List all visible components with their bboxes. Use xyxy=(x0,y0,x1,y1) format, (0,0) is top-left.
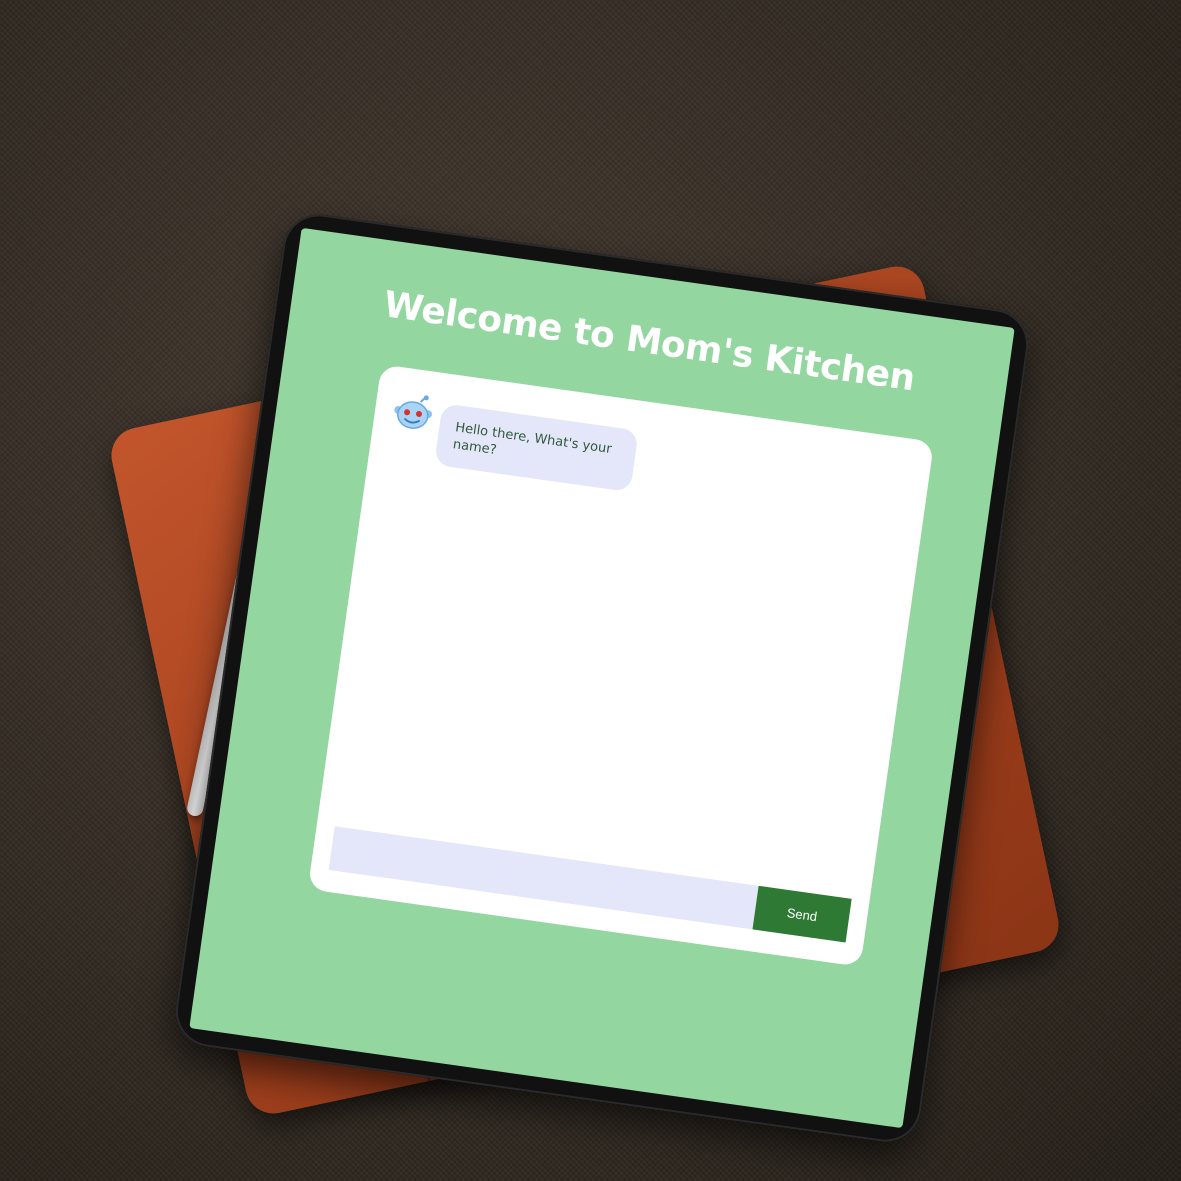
message-composer: Send xyxy=(328,826,852,943)
bot-message: Hello there, What's your name? xyxy=(387,391,640,493)
send-button[interactable]: Send xyxy=(752,885,852,943)
message-input[interactable] xyxy=(328,826,759,930)
chat-window: Hello there, What's your name? Send xyxy=(307,364,935,967)
tablet-device: Welcome to Mom's Kitchen Hello there, Wh… xyxy=(171,209,1033,1147)
bot-message-bubble: Hello there, What's your name? xyxy=(434,403,639,493)
chatbot-app-screen: Welcome to Mom's Kitchen Hello there, Wh… xyxy=(189,227,1015,1129)
robot-icon xyxy=(394,395,433,429)
